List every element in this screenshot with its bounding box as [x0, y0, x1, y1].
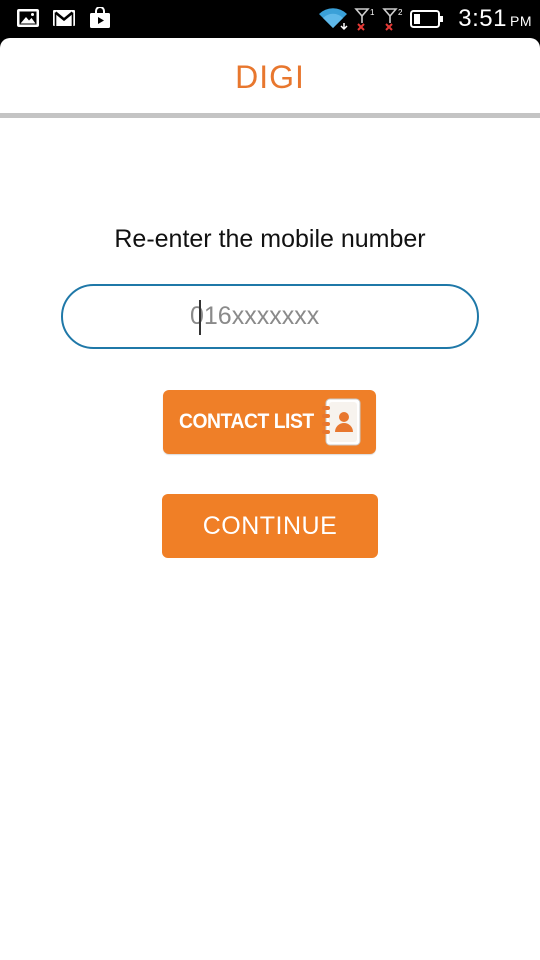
- notification-icons: [16, 7, 112, 29]
- app-header: DIGI: [0, 38, 540, 114]
- mobile-number-field[interactable]: [61, 284, 479, 349]
- signal-sim1-icon: 1: [354, 8, 375, 31]
- signal-sim2-icon: 2: [382, 8, 403, 31]
- mobile-number-input[interactable]: [190, 302, 350, 331]
- contact-list-label: CONTACT LIST: [179, 410, 314, 433]
- clock: 3:51 PM: [458, 5, 532, 33]
- wifi-icon: [319, 8, 348, 31]
- text-cursor: [199, 300, 201, 335]
- shopping-bag-icon: [90, 7, 110, 28]
- app-title: DIGI: [235, 58, 305, 95]
- continue-label: CONTINUE: [202, 511, 338, 540]
- contact-list-button[interactable]: CONTACT LIST: [163, 390, 376, 454]
- reenter-number-prompt: Re-enter the mobile number: [114, 225, 426, 253]
- status-bar: 1 2 3:51 PM: [0, 0, 540, 38]
- app-screen: DIGI Re-enter the mobile number CONTACT …: [0, 38, 540, 960]
- clock-ampm: PM: [510, 13, 532, 29]
- gallery-icon: [17, 9, 39, 27]
- continue-button[interactable]: CONTINUE: [162, 494, 378, 558]
- battery-icon: [410, 10, 444, 28]
- clock-time: 3:51: [458, 5, 507, 32]
- header-divider: [0, 113, 540, 118]
- svg-text:2: 2: [398, 8, 403, 17]
- gmail-icon: [53, 10, 75, 26]
- system-icons: 1 2 3:51 PM: [318, 2, 532, 36]
- svg-text:1: 1: [370, 8, 375, 17]
- address-book-icon: [322, 398, 361, 446]
